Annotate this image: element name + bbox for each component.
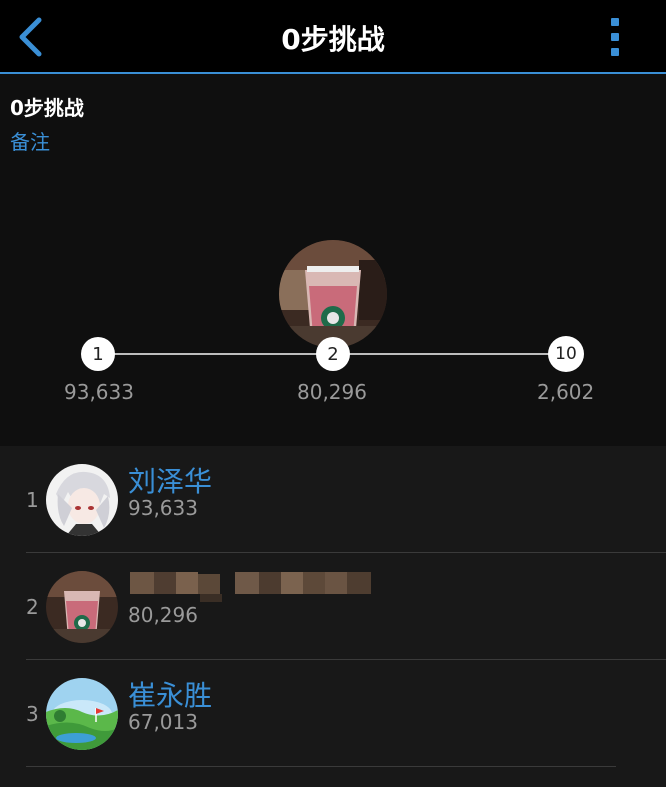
blurred-user-name <box>130 572 371 602</box>
more-vertical-icon-dot <box>611 33 619 41</box>
golf-course-avatar[interactable] <box>46 678 118 750</box>
challenge-name: 0步挑战 <box>10 96 84 120</box>
user-name: 刘泽华 <box>128 465 213 498</box>
milestone-node: 1 <box>81 337 115 371</box>
milestone-steps: 93,633 <box>64 380 134 404</box>
leaderboard-row[interactable]: 1 刘泽华 93,633 <box>0 446 666 552</box>
user-steps: 93,633 <box>128 496 198 520</box>
user-steps: 67,013 <box>128 710 198 734</box>
page-title: 0步挑战 <box>281 23 385 56</box>
milestone-node: 2 <box>316 337 350 371</box>
anime-avatar[interactable] <box>46 464 118 536</box>
more-vertical-icon <box>611 18 619 26</box>
my-avatar <box>279 240 387 348</box>
top-bar: 0步挑战 <box>0 0 666 74</box>
rank-number: 2 <box>26 595 39 619</box>
leaderboard-row[interactable]: 2 80,296 <box>0 553 666 659</box>
row-divider <box>26 766 616 767</box>
milestone-steps: 80,296 <box>297 380 367 404</box>
rank-number: 3 <box>26 702 39 726</box>
more-menu-button[interactable] <box>598 14 634 60</box>
user-steps: 80,296 <box>128 603 198 627</box>
coffee-cup-avatar[interactable] <box>46 571 118 643</box>
milestone-node: 10 <box>548 336 584 372</box>
note-link[interactable]: 备注 <box>10 126 50 155</box>
milestone-steps: 2,602 <box>537 380 595 404</box>
leaderboard-row[interactable]: 3 崔永胜 67,013 <box>0 660 666 766</box>
more-vertical-icon-dot <box>611 48 619 56</box>
rank-number: 1 <box>26 488 39 512</box>
user-name: 崔永胜 <box>128 679 213 712</box>
challenge-summary: 0步挑战 备注 1 2 10 93,633 80,296 2,602 <box>0 74 666 446</box>
